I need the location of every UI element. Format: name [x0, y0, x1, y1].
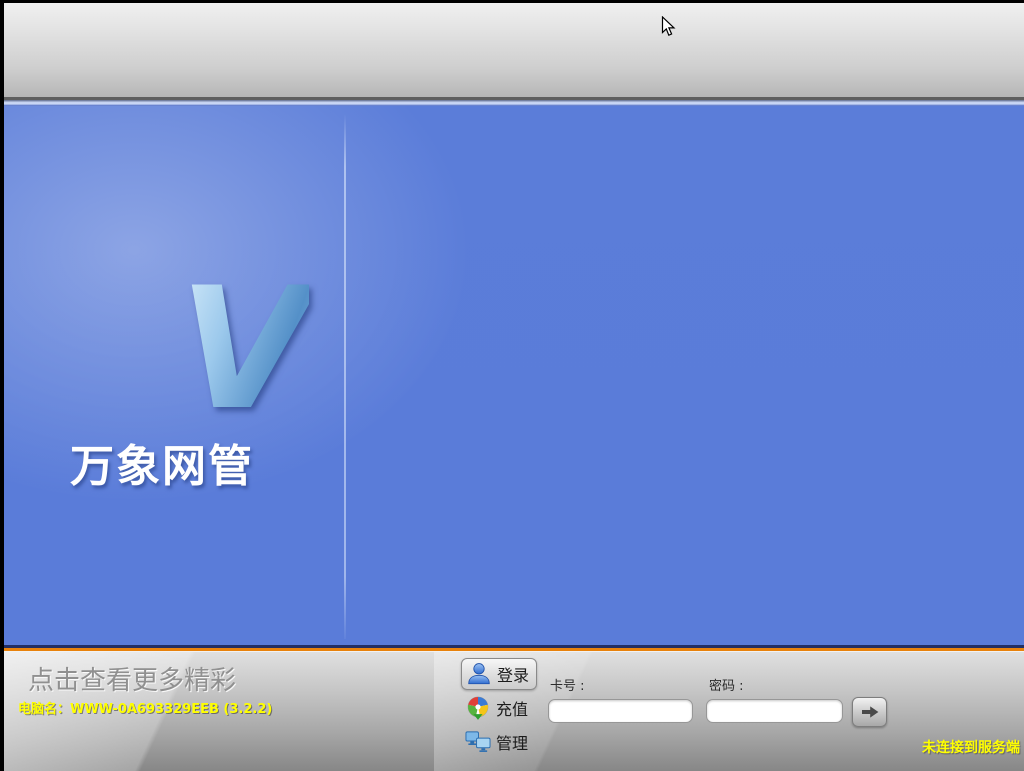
recharge-button[interactable]: 充值: [461, 692, 537, 724]
promo-link[interactable]: 点击查看更多精彩: [28, 660, 236, 697]
top-gray-band: [4, 3, 1024, 100]
desktop-background: V 万象网管: [4, 100, 1024, 645]
recharge-icon: [465, 695, 491, 721]
arrow-right-icon: [860, 705, 880, 719]
window-frame-top: [0, 0, 1024, 3]
recharge-button-label: 充值: [496, 702, 529, 719]
logo-name-text: 万象网管: [70, 441, 254, 492]
vertical-divider-line: [344, 114, 346, 639]
blue-top-highlight: [4, 100, 1024, 106]
brand-logo: V 万象网管: [64, 265, 344, 530]
manage-button-label: 管理: [496, 736, 529, 753]
submit-login-button[interactable]: [852, 697, 887, 727]
card-number-input[interactable]: [548, 699, 693, 723]
computer-name-text: 电脑名：WWW-0A693329EEB (3.2.2): [18, 702, 273, 717]
login-button[interactable]: 登录: [461, 658, 537, 690]
card-number-label: 卡号 :: [550, 679, 585, 694]
footer-bar: 点击查看更多精彩 电脑名：WWW-0A693329EEB (3.2.2) 登录: [4, 651, 1024, 771]
logo-v-glyph: V: [179, 251, 310, 447]
password-label: 密码 :: [709, 679, 744, 694]
computers-icon: [465, 729, 491, 755]
mouse-cursor-icon: [661, 15, 676, 42]
login-button-label: 登录: [497, 668, 530, 685]
client-login-screen: V 万象网管 点击查看更多精彩 电脑名：WWW-0A693329EEB (3.2…: [0, 0, 1024, 771]
user-icon: [466, 661, 492, 687]
password-input[interactable]: [706, 699, 843, 723]
manage-button[interactable]: 管理: [461, 726, 537, 758]
connection-status-text: 未连接到服务端: [922, 740, 1020, 756]
